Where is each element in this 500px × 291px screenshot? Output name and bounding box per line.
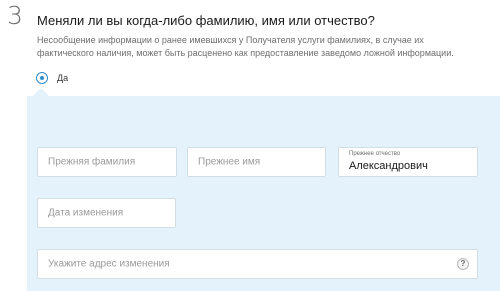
former-patronymic-value: Александрович [349, 160, 428, 172]
change-date-field[interactable]: Дата изменения [37, 198, 176, 228]
former-surname-field[interactable]: Прежняя фамилия [37, 147, 177, 177]
former-surname-placeholder: Прежняя фамилия [48, 156, 136, 168]
change-address-placeholder: Укажите адрес изменения [48, 258, 170, 270]
change-address-field[interactable]: Укажите адрес изменения ? [37, 249, 478, 279]
former-patronymic-field[interactable]: Прежнее отчество Александрович [338, 147, 478, 177]
question-title: Меняли ли вы когда-либо фамилию, имя или… [37, 13, 375, 28]
panel-arrow [33, 88, 49, 96]
change-date-placeholder: Дата изменения [48, 207, 124, 219]
former-name-field[interactable]: Прежнее имя [187, 147, 326, 177]
radio-option-yes[interactable]: Да [36, 71, 68, 85]
radio-label: Да [57, 73, 69, 83]
former-patronymic-label: Прежнее отчество [349, 151, 401, 157]
former-name-placeholder: Прежнее имя [198, 156, 261, 168]
question-note: Несообщение информации о ранее имевшихся… [37, 35, 454, 58]
help-icon[interactable]: ? [457, 258, 469, 270]
radio-selected-icon[interactable] [36, 72, 48, 84]
step-number: 3 [7, 1, 23, 30]
